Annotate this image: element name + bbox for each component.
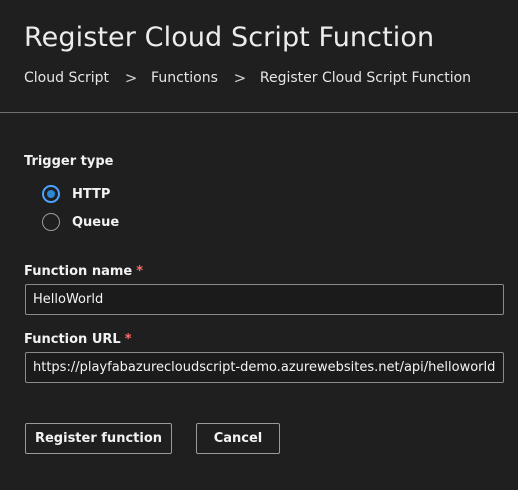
function-name-label: Function name * xyxy=(24,264,143,279)
breadcrumb: Cloud Script > Functions > Register Clou… xyxy=(24,68,471,88)
radio-option-queue[interactable]: Queue xyxy=(42,211,119,233)
register-function-button[interactable]: Register function xyxy=(25,423,172,454)
required-asterisk: * xyxy=(124,332,132,347)
header-divider xyxy=(0,112,518,113)
page-title: Register Cloud Script Function xyxy=(24,22,435,53)
chevron-right-icon: > xyxy=(233,69,247,87)
chevron-right-icon: > xyxy=(124,69,138,87)
function-name-label-text: Function name xyxy=(24,264,133,279)
required-asterisk: * xyxy=(136,264,144,279)
function-name-input[interactable] xyxy=(25,284,504,315)
trigger-type-label: Trigger type xyxy=(24,154,114,169)
breadcrumb-item-current: Register Cloud Script Function xyxy=(259,70,472,86)
function-url-input[interactable] xyxy=(25,352,504,383)
radio-label-queue: Queue xyxy=(72,214,120,230)
radio-button-queue[interactable] xyxy=(42,213,60,231)
function-url-label: Function URL * xyxy=(24,332,132,347)
radio-label-http: HTTP xyxy=(72,186,111,202)
cancel-button[interactable]: Cancel xyxy=(196,423,280,454)
breadcrumb-item-cloud-script[interactable]: Cloud Script xyxy=(24,70,109,86)
radio-option-http[interactable]: HTTP xyxy=(42,183,110,205)
function-url-label-text: Function URL xyxy=(24,332,121,347)
radio-button-http[interactable] xyxy=(42,185,60,203)
breadcrumb-item-functions[interactable]: Functions xyxy=(151,70,218,86)
